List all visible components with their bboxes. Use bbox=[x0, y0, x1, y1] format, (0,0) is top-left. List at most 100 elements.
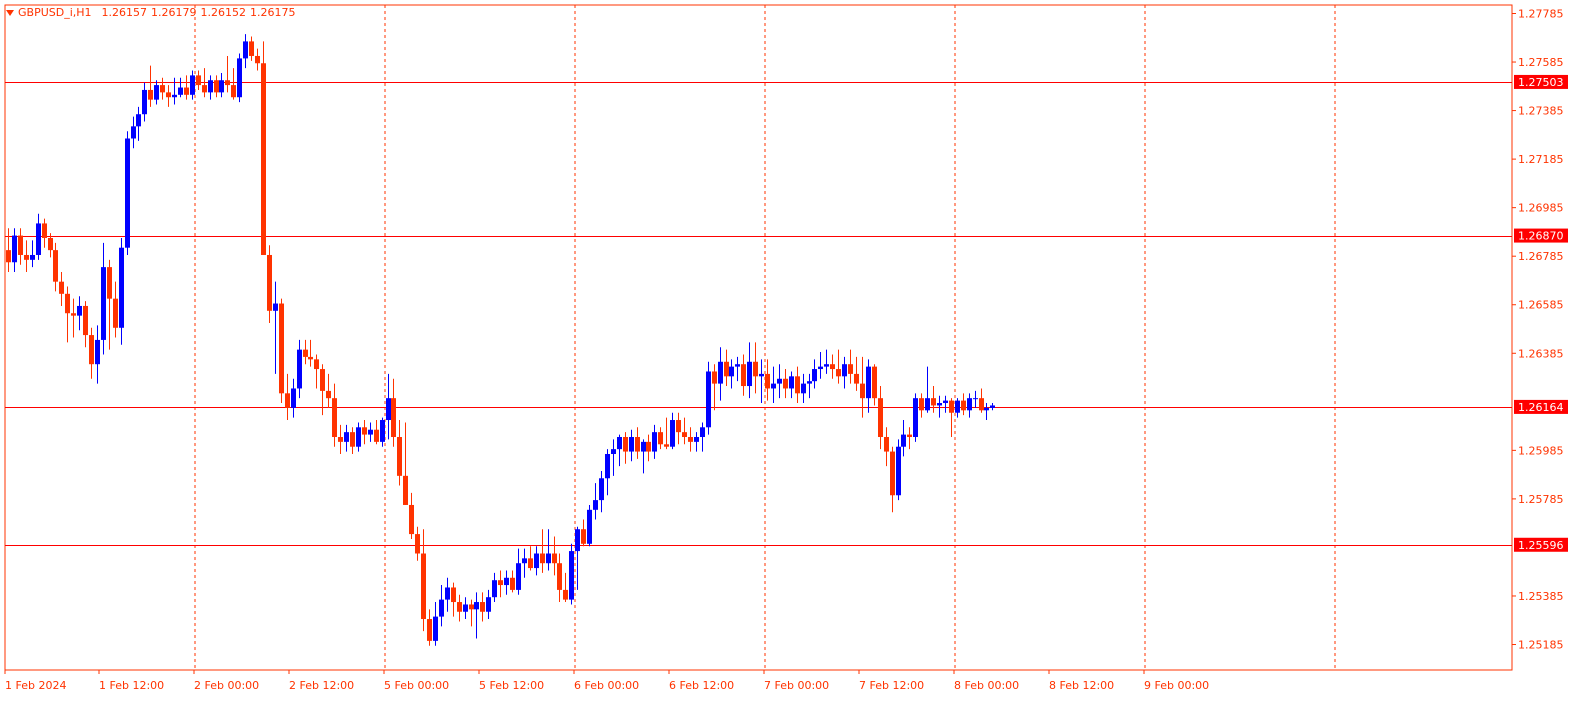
candle[interactable] bbox=[706, 361, 711, 435]
candle[interactable] bbox=[291, 378, 296, 418]
candle[interactable] bbox=[415, 526, 420, 561]
candle[interactable] bbox=[973, 390, 978, 408]
candle[interactable] bbox=[575, 526, 580, 590]
candle[interactable] bbox=[629, 429, 634, 462]
candle[interactable] bbox=[777, 364, 782, 399]
candle[interactable] bbox=[812, 359, 817, 389]
candle[interactable] bbox=[474, 592, 479, 639]
candle[interactable] bbox=[255, 48, 260, 71]
candle[interactable] bbox=[154, 80, 159, 105]
candle[interactable] bbox=[955, 398, 960, 418]
candle[interactable] bbox=[380, 417, 385, 447]
candle[interactable] bbox=[113, 281, 118, 338]
candle[interactable] bbox=[53, 242, 58, 292]
candle[interactable] bbox=[42, 218, 47, 248]
candle[interactable] bbox=[765, 359, 770, 401]
candle[interactable] bbox=[386, 373, 391, 440]
candle[interactable] bbox=[635, 427, 640, 459]
candle[interactable] bbox=[617, 434, 622, 467]
price-chart[interactable]: 1.27785 1.27585 1.27385 1.27185 1.26985 1.267… bbox=[0, 0, 1586, 708]
candle[interactable] bbox=[646, 434, 651, 462]
candle[interactable] bbox=[492, 572, 497, 603]
candle[interactable] bbox=[166, 85, 171, 107]
candle[interactable] bbox=[101, 242, 106, 355]
candle[interactable] bbox=[219, 72, 224, 98]
candle[interactable] bbox=[71, 298, 76, 338]
candle[interactable] bbox=[676, 412, 681, 445]
candle[interactable] bbox=[196, 70, 201, 90]
candle[interactable] bbox=[510, 570, 515, 593]
candle[interactable] bbox=[427, 609, 432, 646]
candle[interactable] bbox=[842, 356, 847, 389]
candle[interactable] bbox=[824, 349, 829, 374]
candle[interactable] bbox=[848, 349, 853, 384]
candle[interactable] bbox=[807, 373, 812, 399]
candle[interactable] bbox=[795, 366, 800, 404]
candle[interactable] bbox=[670, 412, 675, 450]
candle[interactable] bbox=[160, 77, 165, 100]
candle[interactable] bbox=[540, 529, 545, 573]
candle[interactable] bbox=[243, 34, 248, 69]
candle[interactable] bbox=[961, 393, 966, 416]
candle[interactable] bbox=[593, 483, 598, 520]
candle[interactable] bbox=[374, 420, 379, 445]
candle[interactable] bbox=[783, 369, 788, 399]
candle[interactable] bbox=[350, 427, 355, 454]
candle[interactable] bbox=[397, 420, 402, 486]
candle[interactable] bbox=[729, 359, 734, 389]
candle[interactable] bbox=[261, 41, 266, 255]
candle[interactable] bbox=[433, 602, 438, 646]
candle[interactable] bbox=[552, 536, 557, 576]
candle[interactable] bbox=[225, 55, 230, 93]
candle[interactable] bbox=[24, 240, 29, 272]
candle[interactable] bbox=[172, 77, 177, 105]
candle[interactable] bbox=[516, 548, 521, 595]
candle[interactable] bbox=[12, 228, 17, 272]
candle[interactable] bbox=[546, 529, 551, 571]
candle[interactable] bbox=[391, 378, 396, 447]
candle[interactable] bbox=[563, 572, 568, 603]
candle[interactable] bbox=[866, 359, 871, 413]
candle[interactable] bbox=[308, 339, 313, 367]
candle[interactable] bbox=[95, 325, 100, 384]
candle[interactable] bbox=[36, 213, 41, 260]
candle[interactable] bbox=[439, 585, 444, 627]
candle[interactable] bbox=[267, 245, 272, 323]
candle[interactable] bbox=[872, 364, 877, 406]
candle[interactable] bbox=[362, 420, 367, 445]
candle[interactable] bbox=[356, 422, 361, 452]
candle[interactable] bbox=[919, 393, 924, 418]
candle[interactable] bbox=[694, 432, 699, 452]
candle[interactable] bbox=[937, 395, 942, 418]
candle[interactable] bbox=[297, 339, 302, 399]
candle[interactable] bbox=[623, 432, 628, 464]
candle[interactable] bbox=[498, 570, 503, 598]
candle[interactable] bbox=[326, 373, 331, 408]
candle[interactable] bbox=[285, 373, 290, 421]
candle[interactable] bbox=[907, 427, 912, 450]
candle[interactable] bbox=[712, 364, 717, 411]
candle[interactable] bbox=[421, 529, 426, 632]
candle[interactable] bbox=[587, 504, 592, 547]
candle[interactable] bbox=[184, 75, 189, 100]
candle[interactable] bbox=[753, 342, 758, 394]
candle[interactable] bbox=[878, 386, 883, 450]
candle[interactable] bbox=[901, 420, 906, 457]
candle[interactable] bbox=[747, 342, 752, 399]
candle[interactable] bbox=[522, 548, 527, 578]
candle[interactable] bbox=[605, 449, 610, 496]
candle[interactable] bbox=[231, 68, 236, 100]
candle[interactable] bbox=[943, 395, 948, 413]
candle[interactable] bbox=[664, 417, 669, 450]
candle[interactable] bbox=[409, 492, 414, 539]
candle[interactable] bbox=[303, 339, 308, 365]
candle[interactable] bbox=[469, 599, 474, 627]
candle[interactable] bbox=[208, 75, 213, 100]
candle[interactable] bbox=[789, 371, 794, 399]
candle[interactable] bbox=[836, 349, 841, 384]
candle[interactable] bbox=[990, 403, 995, 411]
candle[interactable] bbox=[178, 77, 183, 98]
candle[interactable] bbox=[979, 388, 984, 413]
candle[interactable] bbox=[688, 427, 693, 452]
candle[interactable] bbox=[457, 594, 462, 622]
